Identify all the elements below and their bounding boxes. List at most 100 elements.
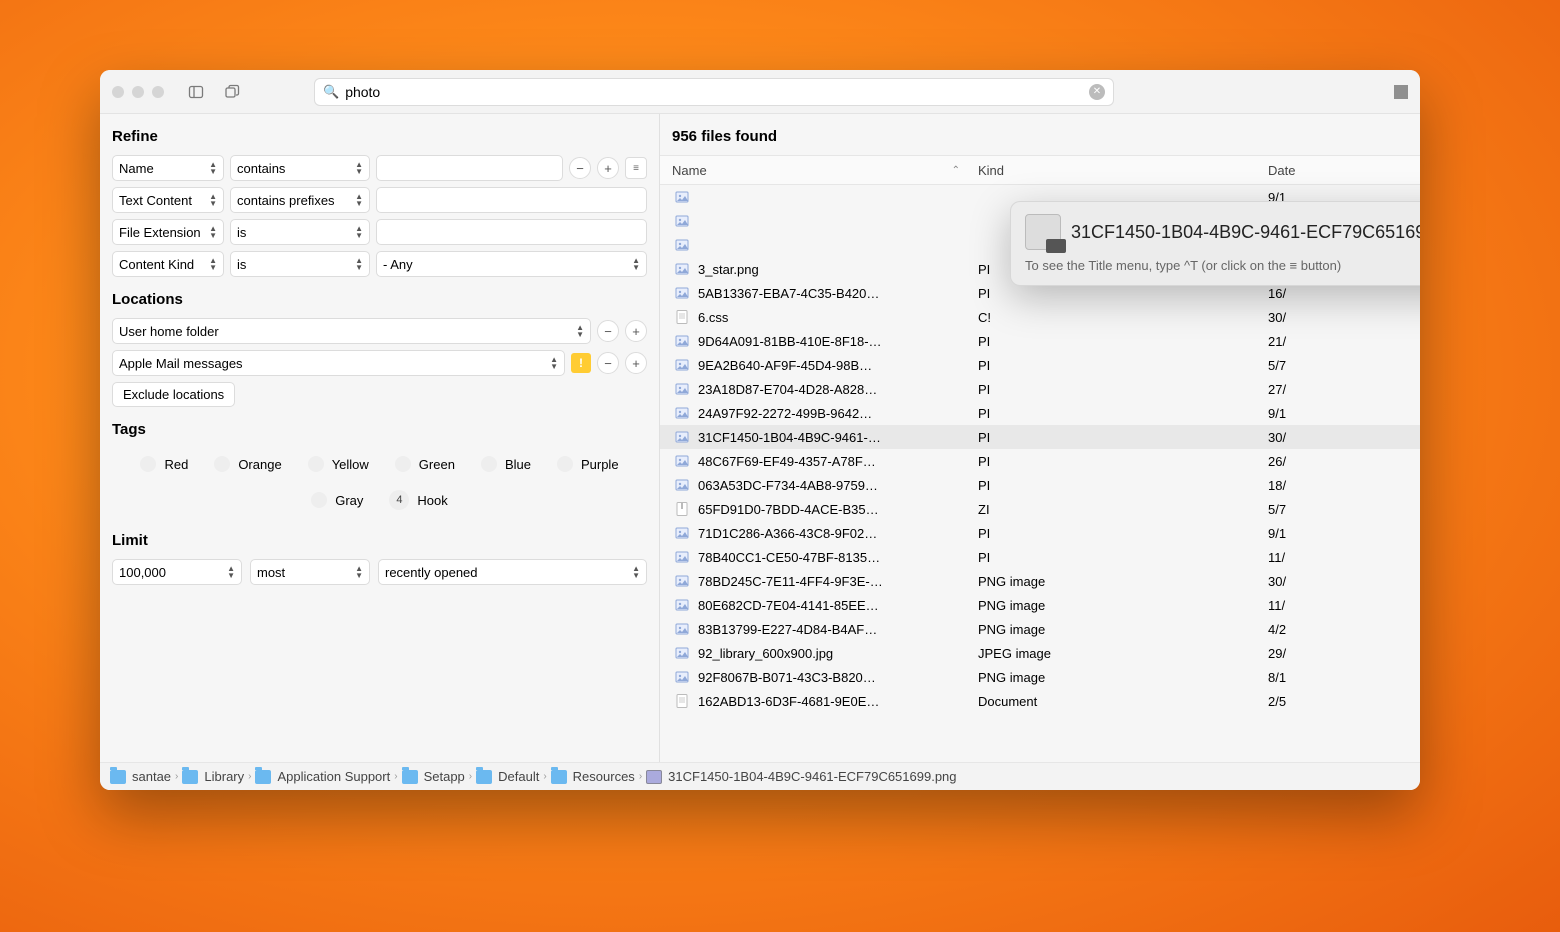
file-type-icon	[674, 381, 690, 397]
path-segment[interactable]: Default	[476, 769, 539, 784]
tag-green[interactable]: Green	[395, 456, 455, 472]
filter-op-select[interactable]: contains prefixes▲▼	[230, 187, 370, 213]
path-segment[interactable]: Library	[182, 769, 244, 784]
image-file-icon	[646, 770, 662, 784]
file-row[interactable]: 31CF1450-1B04-4B9C-9461-…PI30/	[660, 425, 1420, 449]
filter-value-input[interactable]	[376, 219, 647, 245]
add-location-button[interactable]: +	[625, 352, 647, 374]
file-row[interactable]: 83B13799-E227-4D84-B4AF…PNG image4/2	[660, 617, 1420, 641]
file-type-icon	[674, 525, 690, 541]
file-name: 31CF1450-1B04-4B9C-9461-…	[698, 430, 881, 445]
search-input[interactable]	[345, 84, 1089, 100]
path-segment[interactable]: Application Support	[255, 769, 390, 784]
limit-count-select[interactable]: 100,000▲▼	[112, 559, 242, 585]
tag-blue[interactable]: Blue	[481, 456, 531, 472]
filter-attr-select[interactable]: Content Kind▲▼	[112, 251, 224, 277]
limit-by-select[interactable]: recently opened▲▼	[378, 559, 647, 585]
tag-gray[interactable]: Gray	[311, 490, 363, 510]
file-date: 27/	[1260, 382, 1420, 397]
filter-op-select[interactable]: contains▲▼	[230, 155, 370, 181]
col-kind[interactable]: Kind	[970, 163, 1260, 178]
filter-attr-select[interactable]: Name▲▼	[112, 155, 224, 181]
file-kind: PNG image	[970, 670, 1260, 685]
hook-hint: To see the Title menu, type ^T (or click…	[1025, 258, 1420, 273]
file-row[interactable]: 65FD91D0-7BDD-4ACE-B35…ZI5/7	[660, 497, 1420, 521]
folder-icon	[402, 770, 418, 784]
file-date: 9/1	[1260, 406, 1420, 421]
tag-label: Purple	[581, 457, 619, 472]
windows-icon[interactable]	[218, 80, 246, 104]
file-row[interactable]: 063A53DC-F734-4AB8-9759…PI18/	[660, 473, 1420, 497]
path-segment[interactable]: Setapp	[402, 769, 465, 784]
remove-location-button[interactable]: −	[597, 352, 619, 374]
path-file[interactable]: 31CF1450-1B04-4B9C-9461-ECF79C651699.png	[646, 769, 956, 784]
add-filter-button[interactable]: +	[597, 157, 619, 179]
file-row[interactable]: 48C67F69-EF49-4357-A78F…PI26/	[660, 449, 1420, 473]
file-row[interactable]: 24A97F92-2272-499B-9642…PI9/1	[660, 401, 1420, 425]
file-type-icon	[674, 213, 690, 229]
tag-label: Green	[419, 457, 455, 472]
tag-label: Red	[164, 457, 188, 472]
file-name: 5AB13367-EBA7-4C35-B420…	[698, 286, 879, 301]
file-row[interactable]: 71D1C286-A366-43C8-9F02…PI9/1	[660, 521, 1420, 545]
folder-icon	[476, 770, 492, 784]
add-location-button[interactable]: +	[625, 320, 647, 342]
file-kind: PI	[970, 358, 1260, 373]
file-row[interactable]: 23A18D87-E704-4D28-A828…PI27/	[660, 377, 1420, 401]
file-row[interactable]: 162ABD13-6D3F-4681-9E0E…Document2/5	[660, 689, 1420, 713]
file-kind: PNG image	[970, 598, 1260, 613]
exclude-locations-button[interactable]: Exclude locations	[112, 382, 235, 407]
toolbar-extra-button[interactable]	[1394, 85, 1408, 99]
path-segment[interactable]: Resources	[551, 769, 635, 784]
file-type-icon	[674, 501, 690, 517]
filter-attr-select[interactable]: Text Content▲▼	[112, 187, 224, 213]
tag-label: Yellow	[332, 457, 369, 472]
file-kind: PI	[970, 550, 1260, 565]
file-row[interactable]: 80E682CD-7E04-4141-85EE…PNG image11/	[660, 593, 1420, 617]
tag-purple[interactable]: Purple	[557, 456, 619, 472]
filter-value-input[interactable]	[376, 187, 647, 213]
tag-hook[interactable]: 4Hook	[389, 490, 447, 510]
minimize-window[interactable]	[132, 86, 144, 98]
hook-popover: ≡▾ 🔗 ⚙ 31CF1450-1B04-4B9C-9461-ECF79C651…	[1010, 201, 1420, 286]
filter-attr-select[interactable]: File Extension▲▼	[112, 219, 224, 245]
col-name[interactable]: Name⌃	[660, 163, 970, 178]
path-segment[interactable]: santae	[110, 769, 171, 784]
path-label: Resources	[573, 769, 635, 784]
limit-which-select[interactable]: most▲▼	[250, 559, 370, 585]
file-name: 162ABD13-6D3F-4681-9E0E…	[698, 694, 879, 709]
file-kind: PI	[970, 430, 1260, 445]
filter-value-input[interactable]: - Any▲▼	[376, 251, 647, 277]
clear-search-icon[interactable]: ✕	[1089, 84, 1105, 100]
tag-yellow[interactable]: Yellow	[308, 456, 369, 472]
location-select[interactable]: Apple Mail messages▲▼	[112, 350, 565, 376]
sidebar-toggle-icon[interactable]	[182, 80, 210, 104]
col-date[interactable]: Date	[1260, 163, 1420, 178]
file-row[interactable]: 92F8067B-B071-43C3-B820…PNG image8/1	[660, 665, 1420, 689]
file-row[interactable]: 78BD245C-7E11-4FF4-9F3E-…PNG image30/	[660, 569, 1420, 593]
filter-value-input[interactable]	[376, 155, 563, 181]
file-row[interactable]: 78B40CC1-CE50-47BF-8135…PI11/	[660, 545, 1420, 569]
filter-op-select[interactable]: is▲▼	[230, 219, 370, 245]
locations-title: Locations	[100, 277, 659, 318]
file-row[interactable]: 6.cssC!30/	[660, 305, 1420, 329]
file-type-icon	[674, 261, 690, 277]
zoom-window[interactable]	[152, 86, 164, 98]
file-type-icon	[674, 357, 690, 373]
file-name: 71D1C286-A366-43C8-9F02…	[698, 526, 877, 541]
close-window[interactable]	[112, 86, 124, 98]
search-field[interactable]: 🔍 ✕	[314, 78, 1114, 106]
file-row[interactable]: 92_library_600x900.jpgJPEG image29/	[660, 641, 1420, 665]
remove-location-button[interactable]: −	[597, 320, 619, 342]
file-date: 8/1	[1260, 670, 1420, 685]
file-type-icon	[674, 189, 690, 205]
remove-filter-button[interactable]: −	[569, 157, 591, 179]
filter-op-select[interactable]: is▲▼	[230, 251, 370, 277]
tag-orange[interactable]: Orange	[214, 456, 281, 472]
location-select[interactable]: User home folder▲▼	[112, 318, 591, 344]
filter-menu-button[interactable]: ≡	[625, 157, 647, 179]
file-date: 18/	[1260, 478, 1420, 493]
tag-red[interactable]: Red	[140, 456, 188, 472]
file-row[interactable]: 9D64A091-81BB-410E-8F18-…PI21/	[660, 329, 1420, 353]
file-row[interactable]: 9EA2B640-AF9F-45D4-98B…PI5/7	[660, 353, 1420, 377]
